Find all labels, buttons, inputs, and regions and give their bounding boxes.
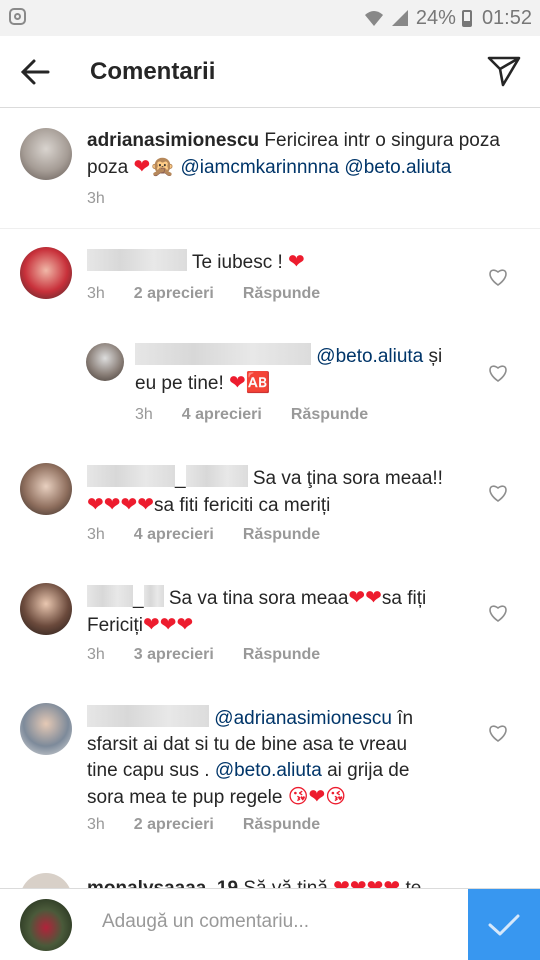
reply-button[interactable]: Răspunde xyxy=(243,816,320,834)
like-heart-icon[interactable] xyxy=(488,484,508,502)
likes-count[interactable]: 2 aprecieri xyxy=(134,816,214,834)
like-heart-icon[interactable] xyxy=(488,604,508,622)
comment-body: sa fiti fericiti ca meriți xyxy=(154,495,331,516)
mention-link[interactable]: @iamcmkarinnnna xyxy=(180,157,339,178)
emoji-heart: ❤🆎 xyxy=(229,372,271,394)
emoji-heart: ❤❤❤ xyxy=(142,614,194,636)
likes-count[interactable]: 3 aprecieri xyxy=(134,646,214,664)
likes-count[interactable]: 4 aprecieri xyxy=(182,406,262,424)
comment-body: tine capu sus . xyxy=(87,760,210,781)
mention-link[interactable]: @adrianasimionescu xyxy=(214,708,392,729)
comment-text: _ Sa va ţina sora meaa!! ❤❤❤❤sa fiti fer… xyxy=(87,465,467,519)
timestamp: 3h xyxy=(87,646,105,663)
timestamp: 3h xyxy=(87,190,105,207)
reply-button[interactable]: Răspunde xyxy=(243,646,320,664)
comment-body: ai grija de xyxy=(327,760,410,781)
avatar xyxy=(20,899,72,951)
emoji-heart: ❤ xyxy=(288,251,305,273)
signal-icon xyxy=(391,10,408,26)
timestamp: 3h xyxy=(135,406,153,423)
check-icon xyxy=(488,914,520,936)
post-button[interactable] xyxy=(468,889,540,960)
caption: adrianasimionescu Fericirea intr o singu… xyxy=(0,108,540,228)
avatar[interactable] xyxy=(20,247,72,299)
likes-count[interactable]: 4 aprecieri xyxy=(134,526,214,544)
mention-link[interactable]: @beto.aliuta xyxy=(344,157,451,178)
avatar[interactable] xyxy=(20,703,72,755)
comment-input[interactable]: Adaugă un comentariu... xyxy=(102,911,309,933)
comment-body: sa fiți xyxy=(381,588,427,609)
blurred-username xyxy=(87,465,175,487)
timestamp: 3h xyxy=(87,526,105,543)
comment-text: _ Sa va tina sora meaa❤❤sa fiți Fericiți… xyxy=(87,585,467,639)
instagram-icon xyxy=(9,8,26,25)
clock: 01:52 xyxy=(481,6,532,29)
comment-body: sfarsit ai dat si tu de bine asa te vrea… xyxy=(87,734,408,755)
avatar[interactable] xyxy=(20,583,72,635)
emoji-heart: ❤🙊 xyxy=(133,156,176,178)
comment-text: Te iubesc ! ❤ xyxy=(87,249,305,276)
comment-body: eu pe tine! xyxy=(135,373,224,394)
comment-meta: 3h 4 aprecieri Răspunde xyxy=(87,526,320,544)
like-heart-icon[interactable] xyxy=(488,268,508,286)
blurred-username xyxy=(87,585,133,607)
reply-button[interactable]: Răspunde xyxy=(291,406,368,424)
comment-meta: 3h 4 aprecieri Răspunde xyxy=(135,406,368,424)
caption-word-poza: poza xyxy=(87,157,129,178)
blurred-username xyxy=(185,465,248,487)
status-right: 24% 01:52 xyxy=(364,0,532,36)
avatar[interactable] xyxy=(20,128,72,180)
comment-item: _ Sa va tina sora meaa❤❤sa fiți Fericiți… xyxy=(0,569,540,689)
battery-percent: 24% xyxy=(415,6,456,29)
comment-text: @adrianasimionescu în sfarsit ai dat si … xyxy=(87,705,467,811)
comment-meta: 3h 2 aprecieri Răspunde xyxy=(87,285,320,303)
comment-body: Fericiți xyxy=(87,615,143,636)
username-suffix: _ xyxy=(175,468,186,489)
timestamp: 3h xyxy=(87,285,105,302)
mention-link[interactable]: @beto.aliuta xyxy=(316,346,423,367)
caption-text: adrianasimionescu Fericirea intr o singu… xyxy=(87,128,507,181)
comment-body: Sa va tina sora meaa xyxy=(168,588,349,609)
mention-link[interactable]: @beto.aliuta xyxy=(215,760,322,781)
top-bar: Comentarii xyxy=(0,36,540,108)
username-suffix: _ xyxy=(133,588,144,609)
page-title: Comentarii xyxy=(90,58,216,85)
wifi-icon xyxy=(364,11,383,26)
reply-button[interactable]: Răspunde xyxy=(243,285,320,303)
comment-meta: 3h xyxy=(87,190,105,208)
comment-text: @beto.aliuta și eu pe tine! ❤🆎 xyxy=(135,343,475,397)
comment-composer: Adaugă un comentariu... xyxy=(0,888,540,960)
blurred-username xyxy=(135,343,311,365)
caption-body: Fericirea intr o singura poza xyxy=(264,130,500,151)
avatar[interactable] xyxy=(86,343,124,381)
emoji-kiss-heart: 😘❤😘 xyxy=(287,786,347,808)
emoji-heart: ❤❤❤❤ xyxy=(87,494,155,516)
comment-body: și xyxy=(428,346,443,367)
direct-send-icon[interactable] xyxy=(486,54,522,88)
battery-icon xyxy=(461,9,472,27)
emoji-heart: ❤❤ xyxy=(348,587,382,609)
reply-button[interactable]: Răspunde xyxy=(243,526,320,544)
comment-body: Sa va ţina sora meaa!! xyxy=(252,468,443,489)
comment-body: Te iubesc ! xyxy=(191,252,283,273)
comment-body: sora mea te pup regele xyxy=(87,787,283,808)
comment-item: _ Sa va ţina sora meaa!! ❤❤❤❤sa fiti fer… xyxy=(0,449,540,569)
like-heart-icon[interactable] xyxy=(488,724,508,742)
blurred-username xyxy=(87,249,187,271)
timestamp: 3h xyxy=(87,816,105,833)
blurred-username xyxy=(87,705,209,727)
back-arrow-icon[interactable] xyxy=(18,56,54,88)
reply-item: @beto.aliuta și eu pe tine! ❤🆎 3h 4 apre… xyxy=(0,329,540,449)
avatar[interactable] xyxy=(20,463,72,515)
status-bar: 24% 01:52 xyxy=(0,0,540,36)
caption-username[interactable]: adrianasimionescu xyxy=(87,130,259,151)
like-heart-icon[interactable] xyxy=(488,364,508,382)
comment-item: Te iubesc ! ❤ 3h 2 aprecieri Răspunde xyxy=(0,229,540,329)
comment-item: @adrianasimionescu în sfarsit ai dat si … xyxy=(0,689,540,859)
blurred-username xyxy=(143,585,164,607)
comment-meta: 3h 3 aprecieri Răspunde xyxy=(87,646,320,664)
comment-body: în xyxy=(397,708,414,729)
likes-count[interactable]: 2 aprecieri xyxy=(134,285,214,303)
comment-meta: 3h 2 aprecieri Răspunde xyxy=(87,816,320,834)
